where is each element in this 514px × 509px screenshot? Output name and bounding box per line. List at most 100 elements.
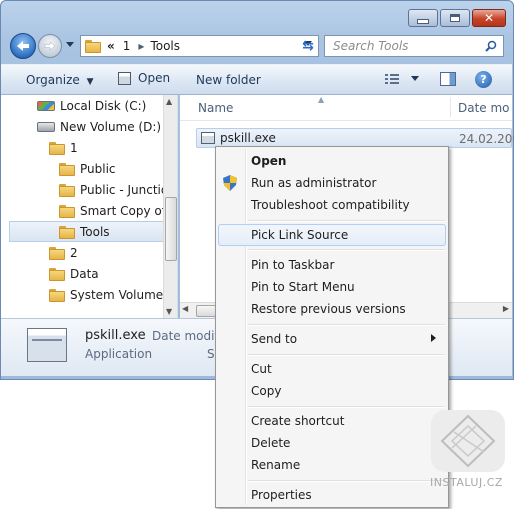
column-divider[interactable] [450, 97, 451, 117]
menu-item-restore-previous-versions[interactable]: Restore previous versions [218, 298, 446, 320]
forward-arrow-icon [44, 41, 56, 51]
details-date-label: Date modifi [152, 329, 223, 343]
menu-item-pin-taskbar[interactable]: Pin to Taskbar [218, 254, 446, 276]
tree-item-system-volume[interactable]: System Volume Ir [49, 285, 175, 305]
tree-item-new-volume-d[interactable]: New Volume (D:) [37, 117, 161, 137]
menu-item-run-as-administrator[interactable]: Run as administrator [218, 172, 446, 194]
breadcrumb-item-tools[interactable]: Tools [150, 39, 180, 53]
tree-item-1[interactable]: 1 [49, 138, 78, 158]
minimize-icon [417, 18, 429, 24]
view-list-icon [385, 74, 399, 84]
maximize-icon [450, 14, 460, 22]
menu-label: Restore previous versions [251, 302, 406, 316]
close-button[interactable]: ✕ [472, 9, 506, 27]
sort-ascending-icon: ▲ [318, 95, 325, 104]
change-view-button[interactable] [385, 73, 399, 85]
recent-pages-dropdown-icon[interactable] [66, 42, 74, 47]
menu-separator [248, 324, 445, 326]
preview-pane-icon[interactable] [440, 72, 456, 86]
breadcrumb-separator-icon[interactable]: ▸ [138, 39, 144, 53]
organize-label: Organize [26, 73, 80, 87]
address-bar[interactable]: « 1 ▸ Tools [80, 35, 319, 57]
forward-button[interactable] [38, 34, 62, 58]
menu-item-send-to[interactable]: Send to [218, 328, 446, 350]
menu-label: Run as administrator [251, 176, 377, 190]
organize-dropdown-icon: ▼ [86, 77, 94, 87]
open-button[interactable]: Open [118, 71, 170, 85]
tree-item-local-disk-c[interactable]: Local Disk (C:) [37, 96, 146, 116]
menu-item-create-shortcut[interactable]: Create shortcut [218, 410, 446, 432]
menu-item-delete[interactable]: Delete [218, 432, 446, 454]
tree-item-tools[interactable]: Tools [59, 222, 110, 242]
menu-item-cut[interactable]: Cut [218, 358, 446, 380]
menu-label: Pin to Taskbar [251, 258, 335, 272]
menu-label: Delete [251, 436, 291, 450]
tree-item-public[interactable]: Public [59, 159, 116, 179]
tree-item-2[interactable]: 2 [49, 243, 78, 263]
menu-item-pin-start-menu[interactable]: Pin to Start Menu [218, 276, 446, 298]
drive-icon [37, 122, 55, 132]
minimize-button[interactable] [408, 9, 438, 27]
search-input[interactable]: Search Tools [324, 35, 504, 57]
new-folder-button[interactable]: New folder [196, 73, 261, 87]
search-icon[interactable] [485, 40, 497, 52]
folder-icon [59, 183, 75, 197]
back-button[interactable] [10, 33, 36, 59]
tree-label: New Volume (D:) [60, 120, 162, 134]
tree-label: Public [80, 162, 116, 176]
submenu-arrow-icon [431, 334, 436, 342]
nav-scrollbar[interactable]: ▲ ▼ [163, 95, 177, 318]
menu-label: Pick Link Source [251, 228, 349, 242]
column-header-name[interactable]: Name [198, 101, 233, 115]
folder-icon [59, 162, 75, 176]
scroll-up-icon[interactable]: ▲ [166, 97, 172, 106]
menu-separator [248, 406, 445, 408]
nav-scrollbar-thumb[interactable] [165, 197, 177, 261]
breadcrumb-overflow[interactable]: « [107, 39, 115, 53]
file-row-pskill[interactable]: pskill.exe 24.02.200 [196, 128, 514, 148]
menu-item-pick-link-source[interactable]: Pick Link Source [218, 224, 446, 246]
watermark-icon [431, 410, 505, 472]
breadcrumb-item-1[interactable]: 1 [123, 39, 131, 53]
menu-item-rename[interactable]: Rename [218, 454, 446, 476]
scroll-right-icon[interactable]: ▶ [503, 304, 509, 313]
close-icon: ✕ [483, 11, 495, 25]
tree-item-data[interactable]: Data [49, 264, 99, 284]
tree-label: Data [70, 267, 99, 281]
menu-label: Rename [251, 458, 301, 472]
menu-item-troubleshoot[interactable]: Troubleshoot compatibility [218, 194, 446, 216]
exe-file-icon [201, 132, 215, 144]
tree-label: 1 [70, 141, 78, 155]
menu-item-open[interactable]: Open [218, 150, 446, 172]
column-header-date[interactable]: Date mo [458, 101, 510, 115]
folder-icon [49, 141, 65, 155]
menu-item-properties[interactable]: Properties [218, 484, 446, 506]
details-file-name: pskill.exe [85, 328, 146, 343]
help-icon[interactable]: ? [475, 71, 492, 88]
menu-separator [248, 480, 445, 482]
menu-label: Cut [251, 362, 272, 376]
organize-button[interactable]: Organize ▼ [26, 73, 94, 87]
menu-item-copy[interactable]: Copy [218, 380, 446, 402]
file-name: pskill.exe [220, 131, 276, 145]
menu-label: Pin to Start Menu [251, 280, 355, 294]
new-folder-label: New folder [196, 73, 261, 87]
search-placeholder: Search Tools [333, 39, 409, 53]
menu-label: Troubleshoot compatibility [251, 198, 410, 212]
scroll-down-icon[interactable]: ▼ [166, 307, 172, 316]
folder-icon [49, 246, 65, 260]
tree-item-smart-copy[interactable]: Smart Copy of T [59, 201, 177, 221]
maximize-button[interactable] [440, 9, 470, 27]
file-date: 24.02.200 [459, 132, 514, 146]
menu-separator [248, 249, 445, 251]
menu-separator [248, 354, 445, 356]
menu-label: Create shortcut [251, 414, 345, 428]
tree-label: Public - Junctio [80, 183, 169, 197]
refresh-button[interactable]: ⇆ [297, 36, 319, 56]
view-dropdown-icon[interactable] [411, 76, 419, 81]
scroll-left-icon[interactable]: ◀ [182, 304, 188, 313]
tree-label: 2 [70, 246, 78, 260]
tree-label: Local Disk (C:) [60, 99, 147, 113]
tree-item-public-junction[interactable]: Public - Junctio [59, 180, 168, 200]
menu-label: Copy [251, 384, 282, 398]
